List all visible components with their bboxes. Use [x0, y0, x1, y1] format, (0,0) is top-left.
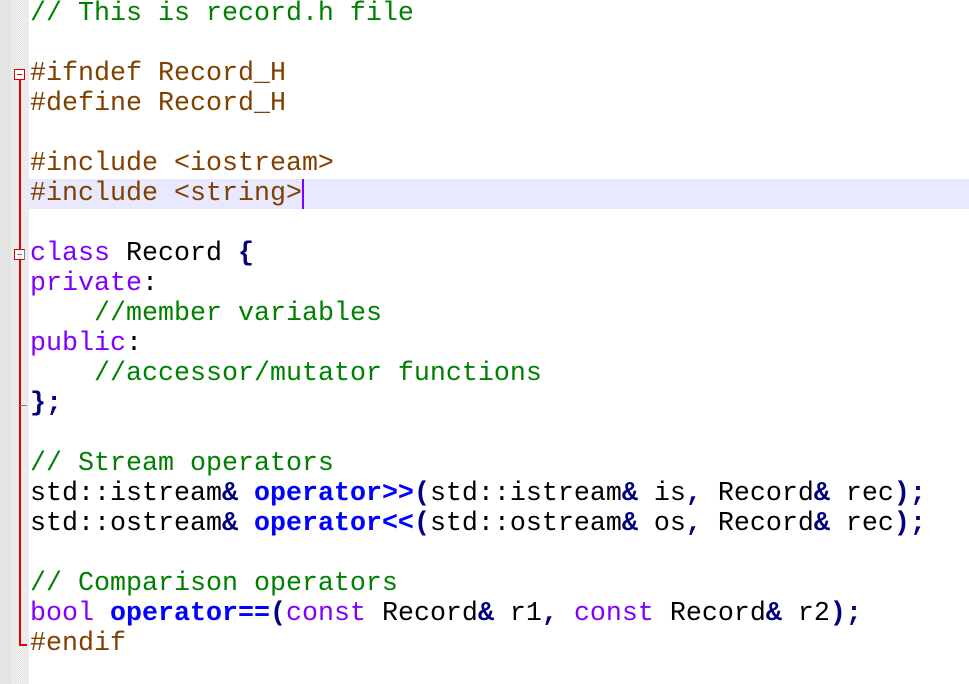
code-line[interactable]	[29, 29, 969, 59]
code-token-punct: );	[893, 479, 926, 509]
code-token-punct: &	[813, 479, 830, 509]
code-line[interactable]: class Record {	[29, 239, 969, 269]
code-token-punct: &	[765, 599, 782, 629]
code-token-comment: // Comparison operators	[30, 569, 398, 599]
code-token-punct: ,	[685, 479, 702, 509]
code-token-punct: &	[621, 509, 638, 539]
code-token-comment: // This is record.h file	[30, 0, 414, 29]
code-token-ident: :	[141, 269, 158, 299]
code-token-punct: );	[829, 599, 862, 629]
code-line[interactable]: //accessor/mutator functions	[29, 359, 969, 389]
code-token-ident: Record	[701, 479, 814, 509]
code-token-punct: (	[413, 509, 430, 539]
code-token-comment: // Stream operators	[30, 449, 334, 479]
fold-end-class	[20, 405, 27, 406]
code-token-opkw: operator==	[110, 599, 270, 629]
code-token-ident	[30, 359, 94, 389]
code-line[interactable]: // Comparison operators	[29, 569, 969, 599]
code-token-ident: :	[125, 329, 142, 359]
code-token-ident	[30, 299, 94, 329]
code-token-ident	[238, 479, 254, 509]
code-token-punct: &	[477, 599, 494, 629]
code-token-punct: ;	[46, 389, 62, 419]
code-line[interactable]: #endif	[29, 629, 969, 659]
code-token-opkw: operator>>	[253, 479, 414, 509]
code-token-opkw: operator<<	[253, 509, 414, 539]
code-token-ident: std::ostream	[429, 509, 622, 539]
code-token-ident: Record	[701, 509, 814, 539]
fold-end-ifndef	[19, 644, 27, 646]
code-token-punct: &	[621, 479, 638, 509]
code-token-punct: );	[893, 509, 926, 539]
code-token-ident: is	[637, 479, 686, 509]
code-line[interactable]: // Stream operators	[29, 449, 969, 479]
fold-collapse-ifndef-icon[interactable]	[14, 69, 25, 80]
code-line[interactable]: private:	[29, 269, 969, 299]
code-token-ident: std::istream	[429, 479, 622, 509]
code-line[interactable]: #ifndef Record_H	[29, 59, 969, 89]
code-token-ident: Record	[365, 599, 478, 629]
code-line[interactable]: };	[29, 389, 969, 419]
code-token-ident: os	[637, 509, 686, 539]
code-token-comment: //accessor/mutator functions	[94, 359, 542, 389]
code-line[interactable]: public:	[29, 329, 969, 359]
code-token-punct: ,	[685, 509, 702, 539]
code-token-preproc: #include <iostream>	[30, 149, 334, 179]
code-token-punct: (	[413, 479, 430, 509]
code-token-keyword: const	[285, 599, 366, 629]
code-token-preproc: #endif	[30, 629, 126, 659]
code-line[interactable]	[29, 419, 969, 449]
code-token-comment: //member variables	[94, 299, 382, 329]
code-token-preproc: #include <string>	[30, 179, 302, 209]
code-token-ident: r1	[493, 599, 542, 629]
code-token-ident: std::ostream	[30, 509, 222, 539]
fold-collapse-class-icon[interactable]	[14, 249, 25, 260]
code-token-punct: (	[269, 599, 286, 629]
editor-gutter	[0, 0, 11, 684]
code-line[interactable]: bool operator==(const Record& r1, const …	[29, 599, 969, 629]
code-token-keyword: const	[573, 599, 654, 629]
code-token-ident: rec	[829, 479, 894, 509]
code-line[interactable]: std::ostream& operator<<(std::ostream& o…	[29, 509, 969, 539]
code-token-preproc: #ifndef Record_H	[30, 59, 286, 89]
code-token-ident	[558, 599, 574, 629]
code-line[interactable]	[29, 209, 969, 239]
text-caret	[301, 179, 304, 209]
code-token-keyword: private	[30, 269, 142, 299]
code-token-ident	[238, 509, 254, 539]
code-token-ident: r2	[781, 599, 830, 629]
fold-line-ifndef	[19, 80, 21, 645]
code-line[interactable]: #include <iostream>	[29, 149, 969, 179]
code-token-ident: std::istream	[30, 479, 222, 509]
code-line[interactable]: #define Record_H	[29, 89, 969, 119]
code-line[interactable]: #include <string>	[29, 179, 969, 209]
code-token-ident: rec	[829, 509, 894, 539]
code-token-ident: Record	[653, 599, 766, 629]
code-token-punct: {	[237, 239, 254, 269]
code-line[interactable]: // This is record.h file	[29, 0, 969, 29]
code-token-punct: &	[221, 479, 238, 509]
code-token-preproc: #define Record_H	[30, 89, 286, 119]
code-token-ident	[94, 599, 110, 629]
code-token-punct: &	[813, 509, 830, 539]
code-token-keyword: class	[30, 239, 110, 269]
code-editor[interactable]: // This is record.h file #ifndef Record_H…	[29, 0, 969, 659]
code-line[interactable]	[29, 119, 969, 149]
code-token-ident: Record	[109, 239, 238, 269]
code-token-punct: ,	[541, 599, 558, 629]
code-line[interactable]: //member variables	[29, 299, 969, 329]
code-token-keyword: public	[30, 329, 126, 359]
code-token-punct: &	[221, 509, 238, 539]
code-token-keyword: bool	[30, 599, 94, 629]
code-line[interactable]: std::istream& operator>>(std::istream& i…	[29, 479, 969, 509]
code-line[interactable]	[29, 539, 969, 569]
code-token-punct: }	[30, 389, 46, 419]
